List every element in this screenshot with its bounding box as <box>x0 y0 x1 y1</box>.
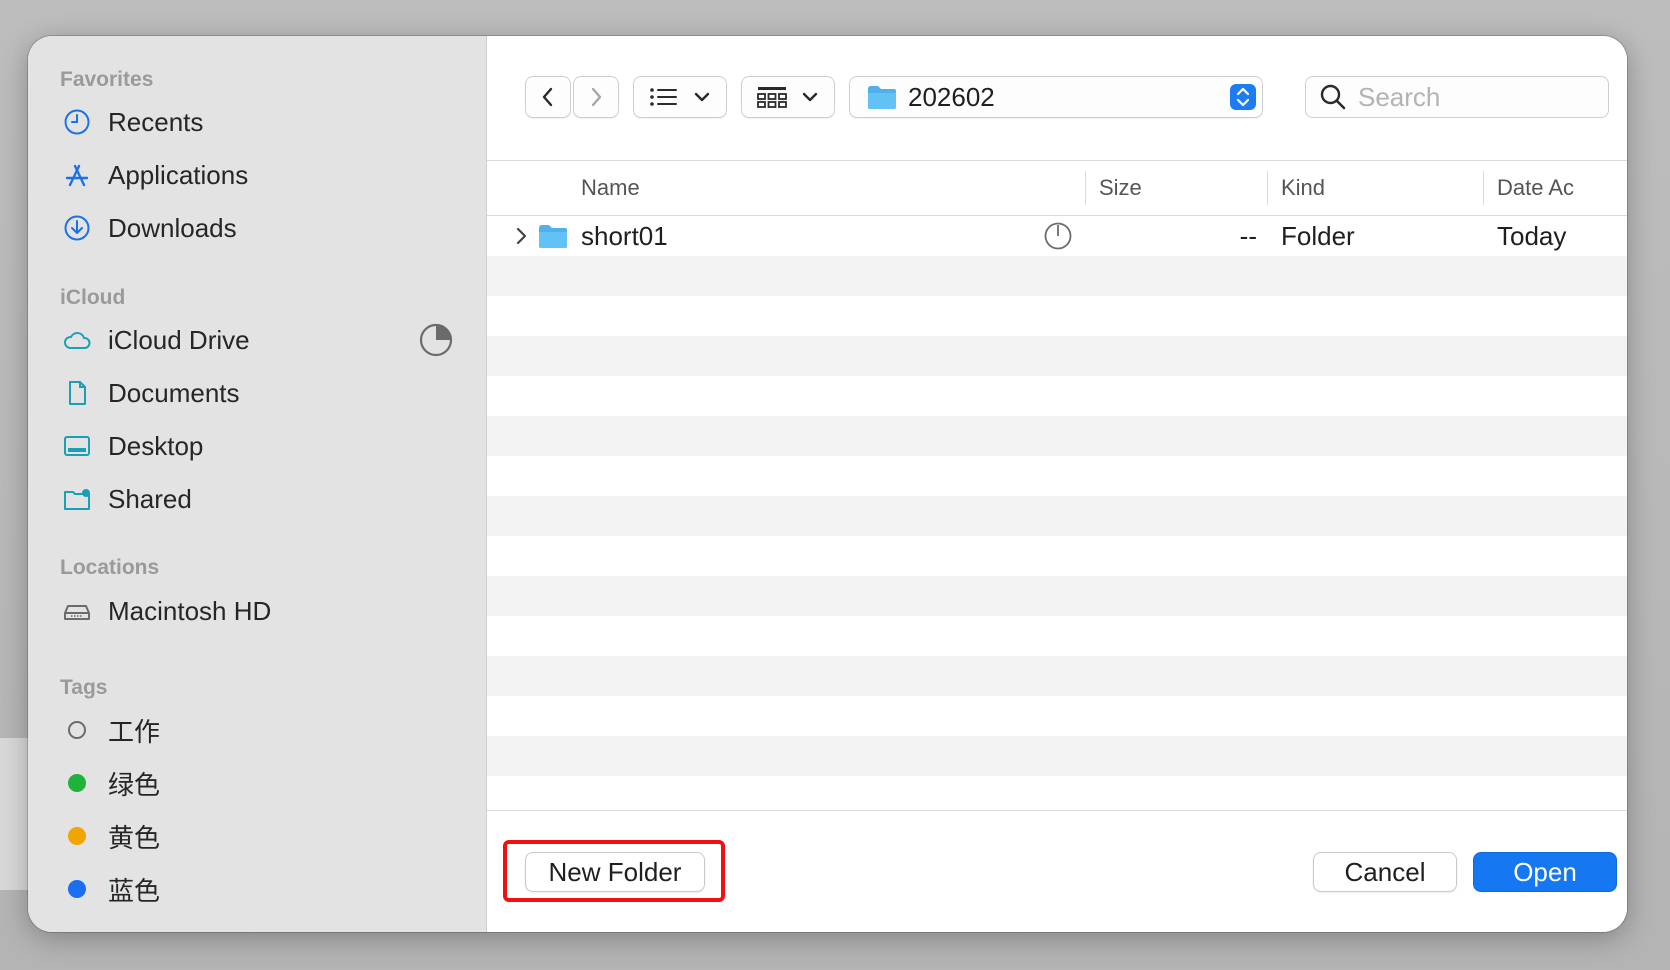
chevron-right-icon <box>591 87 602 107</box>
sync-status-icon <box>1044 222 1072 250</box>
section-title-icloud: iCloud <box>60 286 126 309</box>
tag-green-dot-icon <box>68 774 86 792</box>
file-size: -- <box>1239 221 1257 251</box>
tag-empty-circle-icon <box>68 721 86 739</box>
empty-row <box>487 696 1627 736</box>
column-divider[interactable] <box>1267 171 1268 205</box>
empty-row <box>487 576 1627 616</box>
chevron-down-icon <box>694 92 710 102</box>
sidebar-item-label: iCloud Drive <box>108 324 250 355</box>
column-header-size[interactable]: Size <box>1099 161 1142 215</box>
sidebar-item-label: Downloads <box>108 212 237 243</box>
back-button[interactable] <box>525 76 571 118</box>
location-label: 202602 <box>908 81 995 112</box>
sidebar-item-recents[interactable]: Recents <box>60 102 460 142</box>
table-row[interactable]: short01 -- Folder Today <box>487 216 1627 256</box>
hard-drive-icon <box>60 594 94 628</box>
section-title-favorites: Favorites <box>60 68 154 91</box>
list-view-icon <box>650 88 677 106</box>
sidebar-item-label: 工作 <box>108 716 161 747</box>
forward-button[interactable] <box>573 76 619 118</box>
folder-icon <box>539 225 567 248</box>
file-browser: 202602 Name Size Kind Date Ac short01 <box>487 36 1627 932</box>
sidebar-item-tag-blue[interactable]: 蓝色 <box>60 869 460 909</box>
group-by-button[interactable] <box>741 76 835 118</box>
highlight-box <box>503 840 725 902</box>
empty-row <box>487 656 1627 696</box>
chevron-left-icon <box>542 87 553 107</box>
popup-stepper-icon <box>1230 84 1256 110</box>
desktop-icon <box>60 429 94 463</box>
sidebar-item-applications[interactable]: Applications <box>60 155 460 195</box>
sidebar-item-shared[interactable]: Shared <box>60 479 460 519</box>
empty-row <box>487 536 1627 576</box>
chevron-down-icon <box>802 92 818 102</box>
empty-row <box>487 456 1627 496</box>
sidebar-item-macintosh-hd[interactable]: Macintosh HD <box>60 591 460 631</box>
disclosure-chevron-icon[interactable] <box>511 224 531 248</box>
sidebar-item-label: Applications <box>108 159 249 190</box>
sidebar-item-label: Recents <box>108 106 204 137</box>
empty-row <box>487 296 1627 336</box>
section-title-locations: Locations <box>60 556 160 579</box>
column-divider[interactable] <box>1483 171 1484 205</box>
cloud-icon <box>60 323 94 357</box>
empty-row <box>487 416 1627 456</box>
column-header-date[interactable]: Date Ac <box>1497 161 1574 215</box>
sidebar-item-label: Macintosh HD <box>108 595 272 626</box>
open-file-dialog: Favorites Recents Applications Downloads… <box>28 36 1627 932</box>
footer-divider <box>487 810 1627 811</box>
sidebar-item-label: Desktop <box>108 430 204 461</box>
column-header-kind[interactable]: Kind <box>1281 161 1325 215</box>
download-icon <box>60 211 94 245</box>
sidebar-item-tag-yellow[interactable]: 黄色 <box>60 816 460 856</box>
sidebar-item-tag-work[interactable]: 工作 <box>60 710 460 750</box>
sidebar-item-documents[interactable]: Documents <box>60 373 460 413</box>
sidebar-item-desktop[interactable]: Desktop <box>60 426 460 466</box>
tag-yellow-dot-icon <box>68 827 86 845</box>
sidebar-item-downloads[interactable]: Downloads <box>60 208 460 248</box>
column-header-name[interactable]: Name <box>581 161 640 215</box>
sidebar-item-label: Documents <box>108 377 240 408</box>
empty-row <box>487 776 1627 796</box>
empty-row <box>487 376 1627 416</box>
sidebar: Favorites Recents Applications Downloads… <box>28 36 487 932</box>
group-grid-icon <box>757 87 787 108</box>
background-window-edge <box>0 738 30 890</box>
file-date: Today <box>1497 221 1567 251</box>
sidebar-item-label: 黄色 <box>108 822 161 853</box>
empty-row <box>487 336 1627 376</box>
section-title-tags: Tags <box>60 676 108 699</box>
applications-icon <box>60 158 94 192</box>
clock-icon <box>60 105 94 139</box>
location-popup[interactable]: 202602 <box>849 76 1263 118</box>
folder-icon <box>868 86 896 109</box>
tag-blue-dot-icon <box>68 880 86 898</box>
file-kind: Folder <box>1281 221 1355 251</box>
shared-folder-icon <box>60 482 94 516</box>
empty-row <box>487 736 1627 776</box>
search-icon <box>1320 84 1346 110</box>
empty-row <box>487 496 1627 536</box>
file-list: short01 -- Folder Today <box>487 216 1627 796</box>
file-name: short01 <box>581 221 668 251</box>
sidebar-item-label: 蓝色 <box>108 875 161 906</box>
open-button[interactable]: Open <box>1473 852 1617 892</box>
sidebar-item-tag-green[interactable]: 绿色 <box>60 763 460 803</box>
document-icon <box>60 376 94 410</box>
icloud-progress-icon <box>418 322 454 365</box>
empty-row <box>487 616 1627 656</box>
sidebar-item-label: 绿色 <box>108 769 161 800</box>
sidebar-item-icloud-drive[interactable]: iCloud Drive <box>60 320 460 360</box>
cancel-button[interactable]: Cancel <box>1313 852 1457 892</box>
search-field[interactable] <box>1305 76 1609 118</box>
sidebar-item-label: Shared <box>108 483 192 514</box>
column-divider[interactable] <box>1085 171 1086 205</box>
view-mode-button[interactable] <box>633 76 727 118</box>
empty-row <box>487 256 1627 296</box>
search-input[interactable] <box>1356 80 1600 114</box>
column-header-row: Name Size Kind Date Ac <box>487 160 1627 216</box>
